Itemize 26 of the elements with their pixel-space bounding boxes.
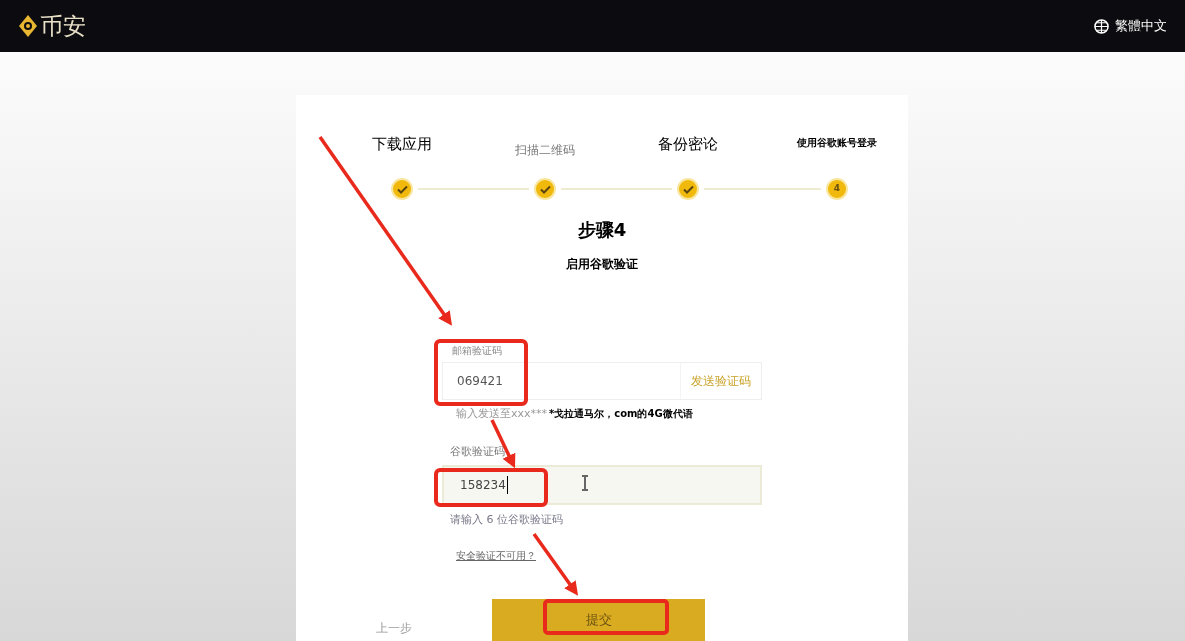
- help-link[interactable]: 安全验证不可用？: [442, 548, 762, 563]
- step-title: 步骤4: [577, 217, 627, 242]
- check-icon: [539, 184, 551, 194]
- step-number: 4: [833, 182, 841, 196]
- step-label: 备份密论: [658, 134, 718, 155]
- logo-icon: [18, 14, 38, 38]
- field-hint: 输入发送至xxx***: [456, 405, 548, 422]
- step-subtitle: 启用谷歌验证: [566, 255, 638, 273]
- language-link[interactable]: 繁體中文: [1115, 16, 1167, 36]
- field-label: 邮箱验证码: [451, 343, 503, 358]
- step-label: 使用谷歌账号登录: [797, 136, 877, 150]
- field-value: 158234: [460, 475, 508, 494]
- step-label: 下载应用: [372, 134, 432, 155]
- annotation-arrow: [532, 533, 579, 596]
- step-label: 扫描二维码: [515, 142, 575, 159]
- google-code-field[interactable]: 158234: [442, 464, 762, 505]
- field-hint: 请输入 6 位谷歌验证码: [450, 511, 563, 528]
- field-label: 谷歌验证码: [449, 444, 506, 460]
- field-value: 069421: [457, 372, 503, 390]
- globe-icon: [1094, 18, 1109, 34]
- email-code-field[interactable]: 069421 发送验证码: [442, 361, 762, 400]
- logo-text[interactable]: 币安: [40, 8, 86, 44]
- annotation-note: *戈拉通马尔，com的4G微代语: [549, 406, 693, 421]
- check-icon: [682, 184, 694, 194]
- check-icon: [396, 184, 408, 194]
- text-cursor-icon: [582, 474, 588, 491]
